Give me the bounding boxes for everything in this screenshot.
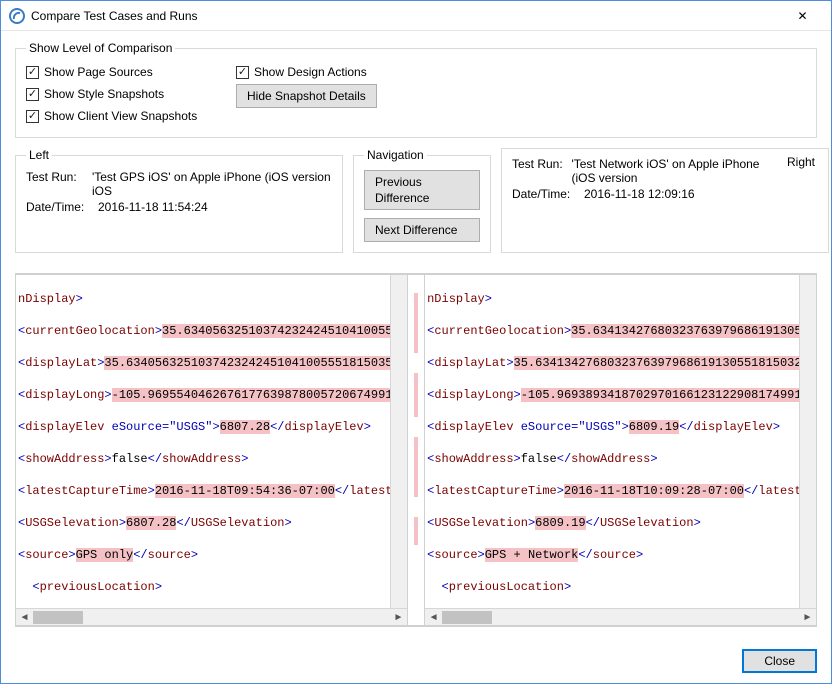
horizontal-scrollbar[interactable]: ◄ ► xyxy=(16,608,407,625)
checkbox-design-actions[interactable]: ✓ xyxy=(236,66,249,79)
checkbox-page-sources[interactable]: ✓ xyxy=(26,66,39,79)
right-test-run-value: 'Test Network iOS' on Apple iPhone (iOS … xyxy=(571,157,784,185)
left-diff-pane[interactable]: nDisplay> <currentGeolocation>35.6340563… xyxy=(15,274,408,626)
right-test-run-label: Test Run: xyxy=(512,157,571,185)
next-difference-button[interactable]: Next Difference xyxy=(364,218,480,242)
checkbox-client-view[interactable]: ✓ xyxy=(26,110,39,123)
level-legend: Show Level of Comparison xyxy=(26,41,175,55)
scroll-right-icon[interactable]: ► xyxy=(799,609,816,626)
hide-snapshot-details-button[interactable]: Hide Snapshot Details xyxy=(236,84,377,108)
titlebar: Compare Test Cases and Runs ✕ xyxy=(1,1,831,31)
previous-difference-button[interactable]: Previous Difference xyxy=(364,170,480,210)
scroll-left-icon[interactable]: ◄ xyxy=(425,609,442,626)
right-datetime-label: Date/Time: xyxy=(512,187,584,201)
label-client-view: Show Client View Snapshots xyxy=(44,109,197,123)
diff-gutter xyxy=(408,274,424,626)
left-datetime-label: Date/Time: xyxy=(26,200,98,214)
level-of-comparison-group: Show Level of Comparison ✓ Show Page Sou… xyxy=(15,41,817,138)
horizontal-scrollbar[interactable]: ◄ ► xyxy=(425,608,816,625)
left-diff-content: nDisplay> <currentGeolocation>35.6340563… xyxy=(16,275,407,608)
scroll-left-icon[interactable]: ◄ xyxy=(16,609,33,626)
right-datetime-value: 2016-11-18 12:09:16 xyxy=(584,187,695,201)
checkbox-style-snapshots[interactable]: ✓ xyxy=(26,88,39,101)
navigation-group: Navigation Previous Difference Next Diff… xyxy=(353,148,491,253)
window-close-button[interactable]: ✕ xyxy=(780,2,825,30)
label-design-actions: Show Design Actions xyxy=(254,65,367,79)
left-test-run-value: 'Test GPS iOS' on Apple iPhone (iOS vers… xyxy=(92,170,332,198)
left-legend: Left xyxy=(26,148,52,162)
close-button[interactable]: Close xyxy=(742,649,817,673)
scroll-right-icon[interactable]: ► xyxy=(390,609,407,626)
label-page-sources: Show Page Sources xyxy=(44,65,153,79)
vertical-scrollbar[interactable] xyxy=(390,275,407,608)
left-meta-group: Left Test Run: 'Test GPS iOS' on Apple i… xyxy=(15,148,343,253)
nav-legend: Navigation xyxy=(364,148,427,162)
right-meta-group: Right Test Run: 'Test Network iOS' on Ap… xyxy=(501,148,829,253)
window-title: Compare Test Cases and Runs xyxy=(31,9,780,23)
app-icon xyxy=(9,8,25,24)
label-style-snapshots: Show Style Snapshots xyxy=(44,87,164,101)
diff-area: nDisplay> <currentGeolocation>35.6340563… xyxy=(15,273,817,627)
left-test-run-label: Test Run: xyxy=(26,170,92,198)
right-diff-pane[interactable]: nDisplay> <currentGeolocation>35.6341342… xyxy=(424,274,817,626)
vertical-scrollbar[interactable] xyxy=(799,275,816,608)
left-datetime-value: 2016-11-18 11:54:24 xyxy=(98,200,208,214)
right-diff-content: nDisplay> <currentGeolocation>35.6341342… xyxy=(425,275,816,608)
close-icon: ✕ xyxy=(797,9,807,23)
right-legend: Right xyxy=(784,155,818,169)
